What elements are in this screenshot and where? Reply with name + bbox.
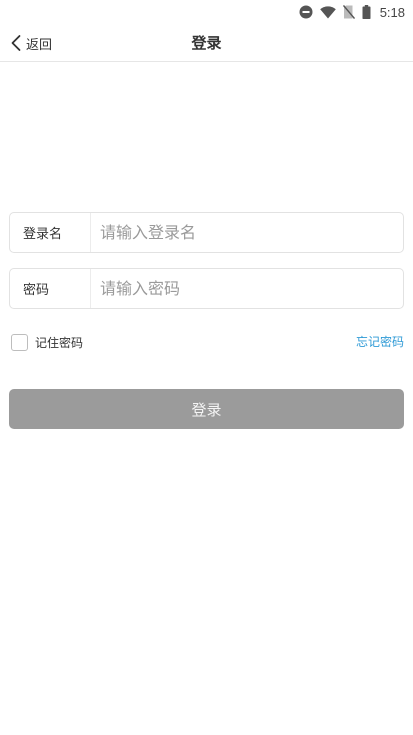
wifi-icon <box>319 5 336 19</box>
chevron-left-icon <box>10 34 22 52</box>
no-sim-icon <box>342 5 355 19</box>
forgot-password-link[interactable]: 忘记密码 <box>356 333 404 351</box>
remember-password-toggle[interactable]: 记住密码 <box>11 333 83 351</box>
login-button[interactable]: 登录 <box>9 389 404 429</box>
back-button[interactable]: 返回 <box>10 24 52 62</box>
password-field: 密码 <box>9 268 404 309</box>
back-label: 返回 <box>26 37 53 53</box>
navigation-bar: 返回 登录 <box>0 24 413 62</box>
status-bar: 5:18 <box>0 0 413 24</box>
username-label: 登录名 <box>10 213 91 252</box>
do-not-disturb-icon <box>299 5 313 19</box>
remember-password-label: 记住密码 <box>35 335 84 350</box>
password-label: 密码 <box>10 269 91 308</box>
battery-icon <box>362 5 371 19</box>
status-time: 5:18 <box>379 4 405 20</box>
remember-password-checkbox[interactable] <box>11 333 28 351</box>
password-input[interactable] <box>91 269 403 308</box>
page-title: 登录 <box>191 34 222 52</box>
username-input[interactable] <box>91 213 403 252</box>
username-field: 登录名 <box>9 212 404 253</box>
